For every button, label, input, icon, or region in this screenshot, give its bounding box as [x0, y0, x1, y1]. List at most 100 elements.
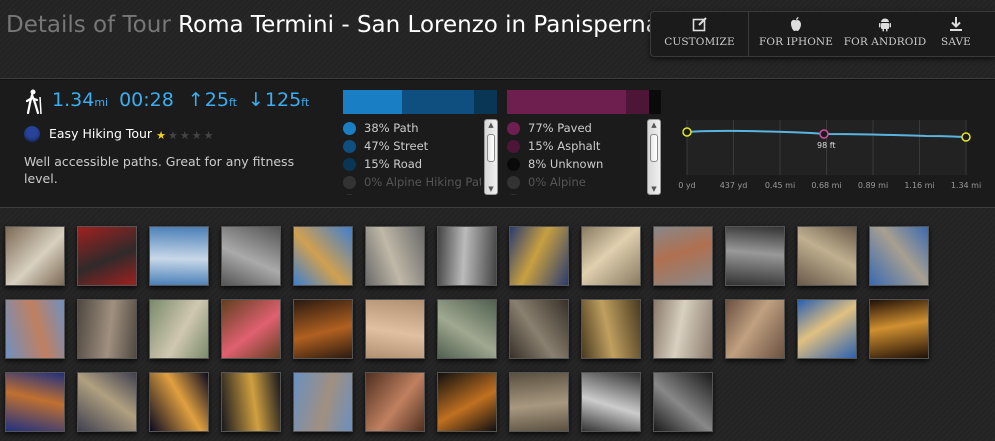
photo-thumbnail[interactable] [725, 226, 785, 286]
photo-thumbnail[interactable] [581, 372, 641, 432]
legend-item: 0% Alpine [507, 173, 645, 191]
profile-x-ticks: 0 yd 437 yd 0.45 mi 0.68 mi 0.89 mi 1.16 mi 1.… [678, 181, 981, 190]
legend-item: 8% Unknown [507, 155, 645, 173]
page-title: Details of Tour Roma Termini - San Loren… [6, 10, 666, 40]
photo-thumbnail[interactable] [5, 372, 65, 432]
surfaces-scrollbar[interactable]: ▲ ▼ [647, 119, 661, 195]
legend-item: 15% Asphalt [507, 137, 645, 155]
android-label: FOR ANDROID [843, 36, 927, 48]
photo-thumbnail[interactable] [5, 299, 65, 359]
android-icon [879, 18, 891, 32]
elevation-profile[interactable]: 98 ft 0 yd 437 yd 0.45 mi 0.68 mi 0.89 mi 1.1… [676, 90, 981, 198]
star-icon: ★ [167, 129, 178, 142]
end-marker [961, 132, 971, 142]
scroll-thumb[interactable] [487, 134, 495, 162]
title-prefix: Details of Tour [6, 12, 171, 38]
photo-thumbnail[interactable] [77, 372, 137, 432]
photo-thumbnail[interactable] [509, 226, 569, 286]
photo-thumbnail[interactable] [221, 299, 281, 359]
photo-thumbnail[interactable] [149, 372, 209, 432]
edit-icon [692, 17, 707, 32]
legend-label: 8% Unknown [528, 157, 604, 171]
legend-label: 0% Mountain Hiking Path [364, 193, 481, 195]
x-tick-label: 0.45 mi [765, 181, 795, 190]
photo-thumbnail[interactable] [509, 299, 569, 359]
save-button[interactable]: SAVE [935, 12, 977, 56]
legend-swatch [507, 175, 520, 189]
photo-thumbnail[interactable] [437, 226, 497, 286]
photo-thumbnail[interactable] [581, 226, 641, 286]
x-tick-label: 0.89 mi [858, 181, 888, 190]
scroll-down-icon[interactable]: ▼ [648, 185, 660, 193]
photo-thumbnail[interactable] [437, 372, 497, 432]
photo-thumbnail[interactable] [149, 226, 209, 286]
bar-segment [625, 90, 649, 114]
duration-value: 00:28 [119, 89, 174, 111]
legend-label: 0% Unpaved [528, 193, 601, 195]
descent-arrow-icon: ↓ [247, 89, 264, 111]
customize-button[interactable]: CUSTOMIZE [651, 12, 749, 56]
bar-segment [648, 90, 661, 114]
photo-thumbnail[interactable] [797, 299, 857, 359]
tour-type: Easy Hiking Tour [49, 126, 153, 141]
photo-thumbnail[interactable] [293, 226, 353, 286]
x-tick-label: 1.34 mi [951, 181, 981, 190]
scroll-down-icon[interactable]: ▼ [485, 185, 497, 193]
photo-thumbnail[interactable] [869, 299, 929, 359]
ascent-arrow-icon: ↑ [187, 89, 204, 111]
legend-swatch [507, 157, 520, 171]
way-types-scrollbar[interactable]: ▲ ▼ [484, 119, 498, 195]
legend-label: 15% Asphalt [528, 139, 601, 153]
photo-thumbnail[interactable] [365, 299, 425, 359]
legend-item: 0% Unpaved [507, 191, 645, 195]
scroll-up-icon[interactable]: ▲ [485, 121, 497, 129]
photo-thumbnail[interactable] [221, 372, 281, 432]
star-icon: ★ [191, 129, 202, 142]
scroll-up-icon[interactable]: ▲ [648, 121, 660, 129]
position-marker[interactable] [819, 129, 829, 139]
way-types-bar [343, 90, 497, 114]
photo-thumbnail[interactable] [653, 299, 713, 359]
legend-label: 0% Alpine [528, 175, 586, 189]
scroll-thumb[interactable] [650, 134, 658, 162]
legend-swatch [343, 139, 356, 153]
distance-unit: mi [94, 96, 109, 109]
photo-thumbnail[interactable] [653, 226, 713, 286]
hiker-icon [25, 89, 42, 115]
way-types-legend: 38% Path 47% Street 15% Road 0% Alpine Hiki… [343, 119, 481, 195]
android-button[interactable]: FOR ANDROID [835, 12, 935, 56]
marker-elevation-label: 98 ft [817, 141, 836, 150]
legend-item: 77% Paved [507, 119, 645, 137]
photo-thumbnail[interactable] [149, 299, 209, 359]
photo-thumbnail[interactable] [221, 226, 281, 286]
photo-thumbnail[interactable] [293, 299, 353, 359]
bar-segment [473, 90, 497, 114]
photo-thumbnail[interactable] [725, 299, 785, 359]
star-icon: ★ [203, 129, 214, 142]
star-rating: ★ ★ ★ ★ ★ [156, 124, 215, 143]
photo-thumbnail[interactable] [653, 372, 713, 432]
iphone-button[interactable]: FOR IPHONE [757, 12, 835, 56]
photo-thumbnail[interactable] [797, 226, 857, 286]
photo-thumbnail[interactable] [437, 299, 497, 359]
x-tick-label: 0.68 mi [811, 181, 841, 190]
legend-swatch [343, 121, 356, 135]
photo-thumbnail[interactable] [365, 226, 425, 286]
photo-thumbnail[interactable] [293, 372, 353, 432]
descent-value: 125 [264, 89, 302, 111]
legend-item: 15% Road [343, 155, 481, 173]
ascent-unit: ft [228, 96, 237, 109]
legend-item: 47% Street [343, 137, 481, 155]
download-icon [950, 17, 962, 31]
photo-thumbnail[interactable] [5, 226, 65, 286]
photo-thumbnail[interactable] [869, 226, 929, 286]
x-tick-label: 437 yd [720, 181, 748, 190]
legend-swatch [343, 193, 356, 195]
photo-thumbnail[interactable] [77, 226, 137, 286]
photo-thumbnail[interactable] [77, 299, 137, 359]
photo-thumbnail[interactable] [365, 372, 425, 432]
difficulty-dot-icon [24, 125, 40, 142]
photo-thumbnail[interactable] [581, 299, 641, 359]
photo-thumbnail[interactable] [509, 372, 569, 432]
customize-label: CUSTOMIZE [664, 36, 735, 48]
